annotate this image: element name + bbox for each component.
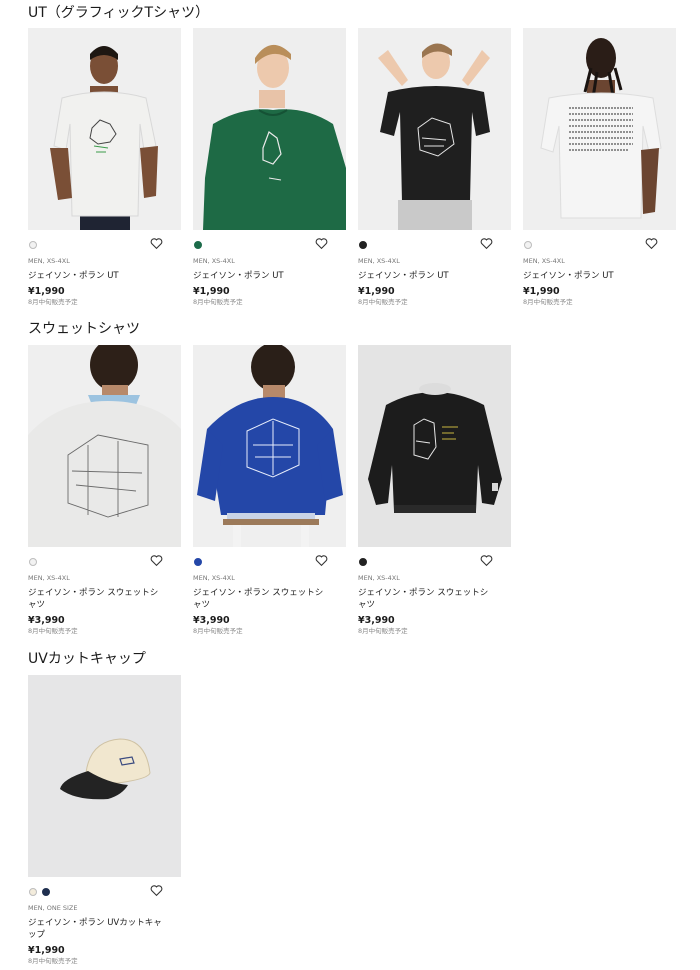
- product-price: ¥3,990: [193, 615, 230, 626]
- product-gender-size: MEN, XS-4XL: [358, 574, 400, 582]
- sale-note: 8月中旬販売予定: [193, 298, 243, 306]
- product-card[interactable]: MEN, XS-4XL ジェイソン・ポラン スウェットシャツ ¥3,990 8月…: [28, 345, 181, 636]
- product-gender-size: MEN, ONE SIZE: [28, 904, 78, 912]
- sale-note: 8月中旬販売予定: [28, 298, 78, 306]
- sale-note: 8月中旬販売予定: [358, 627, 408, 635]
- color-swatch[interactable]: [359, 558, 367, 566]
- color-swatch[interactable]: [29, 241, 37, 249]
- product-gender-size: MEN, XS-4XL: [358, 257, 400, 265]
- product-gender-size: MEN, XS-4XL: [28, 574, 70, 582]
- product-gender-size: MEN, XS-4XL: [523, 257, 565, 265]
- product-image[interactable]: [358, 28, 511, 230]
- color-swatch[interactable]: [29, 888, 37, 896]
- color-swatch[interactable]: [29, 558, 37, 566]
- product-price: ¥1,990: [523, 286, 560, 297]
- product-image[interactable]: [193, 28, 346, 230]
- heart-icon[interactable]: [480, 554, 493, 567]
- product-name[interactable]: ジェイソン・ポラン UT: [28, 270, 163, 282]
- product-image[interactable]: [523, 28, 676, 230]
- product-card[interactable]: MEN, XS-4XL ジェイソン・ポラン UT ¥1,990 8月中旬販売予定: [193, 28, 346, 307]
- sale-note: 8月中旬販売予定: [28, 957, 78, 965]
- color-swatch[interactable]: [194, 558, 202, 566]
- heart-icon[interactable]: [315, 554, 328, 567]
- heart-icon[interactable]: [150, 237, 163, 250]
- product-image[interactable]: [28, 675, 181, 877]
- product-image[interactable]: [358, 345, 511, 547]
- sale-note: 8月中旬販売予定: [358, 298, 408, 306]
- product-price: ¥1,990: [28, 286, 65, 297]
- color-swatch[interactable]: [42, 888, 50, 896]
- product-image[interactable]: [28, 28, 181, 230]
- heart-icon[interactable]: [480, 237, 493, 250]
- heart-icon[interactable]: [645, 237, 658, 250]
- color-swatch[interactable]: [524, 241, 532, 249]
- section-title-sweatshirt: スウェットシャツ: [28, 321, 140, 337]
- product-name[interactable]: ジェイソン・ポラン UT: [358, 270, 493, 282]
- product-name[interactable]: ジェイソン・ポラン UT: [193, 270, 328, 282]
- product-gender-size: MEN, XS-4XL: [28, 257, 70, 265]
- product-image[interactable]: [28, 345, 181, 547]
- product-name[interactable]: ジェイソン・ポラン スウェットシャツ: [28, 587, 163, 611]
- heart-icon[interactable]: [315, 237, 328, 250]
- product-card[interactable]: MEN, ONE SIZE ジェイソン・ポラン UVカットキャップ ¥1,990…: [28, 675, 181, 966]
- product-name[interactable]: ジェイソン・ポラン スウェットシャツ: [193, 587, 328, 611]
- product-price: ¥3,990: [28, 615, 65, 626]
- product-card[interactable]: MEN, XS-4XL ジェイソン・ポラン UT ¥1,990 8月中旬販売予定: [28, 28, 181, 307]
- product-image[interactable]: [193, 345, 346, 547]
- product-card[interactable]: MEN, XS-4XL ジェイソン・ポラン スウェットシャツ ¥3,990 8月…: [193, 345, 346, 636]
- sale-note: 8月中旬販売予定: [523, 298, 573, 306]
- product-price: ¥1,990: [193, 286, 230, 297]
- sale-note: 8月中旬販売予定: [193, 627, 243, 635]
- product-name[interactable]: ジェイソン・ポラン UVカットキャップ: [28, 917, 163, 941]
- product-name[interactable]: ジェイソン・ポラン UT: [523, 270, 658, 282]
- product-price: ¥1,990: [358, 286, 395, 297]
- sale-note: 8月中旬販売予定: [28, 627, 78, 635]
- heart-icon[interactable]: [150, 554, 163, 567]
- section-title-cap: UVカットキャップ: [28, 651, 146, 667]
- product-gender-size: MEN, XS-4XL: [193, 257, 235, 265]
- product-price: ¥3,990: [358, 615, 395, 626]
- section-title-ut: UT（グラフィックTシャツ）: [28, 5, 210, 21]
- product-card[interactable]: MEN, XS-4XL ジェイソン・ポラン UT ¥1,990 8月中旬販売予定: [358, 28, 511, 307]
- color-swatch[interactable]: [359, 241, 367, 249]
- product-price: ¥1,990: [28, 945, 65, 956]
- product-card[interactable]: MEN, XS-4XL ジェイソン・ポラン スウェットシャツ ¥3,990 8月…: [358, 345, 511, 636]
- product-card[interactable]: MEN, XS-4XL ジェイソン・ポラン UT ¥1,990 8月中旬販売予定: [523, 28, 676, 307]
- heart-icon[interactable]: [150, 884, 163, 897]
- product-gender-size: MEN, XS-4XL: [193, 574, 235, 582]
- color-swatch[interactable]: [194, 241, 202, 249]
- product-name[interactable]: ジェイソン・ポラン スウェットシャツ: [358, 587, 493, 611]
